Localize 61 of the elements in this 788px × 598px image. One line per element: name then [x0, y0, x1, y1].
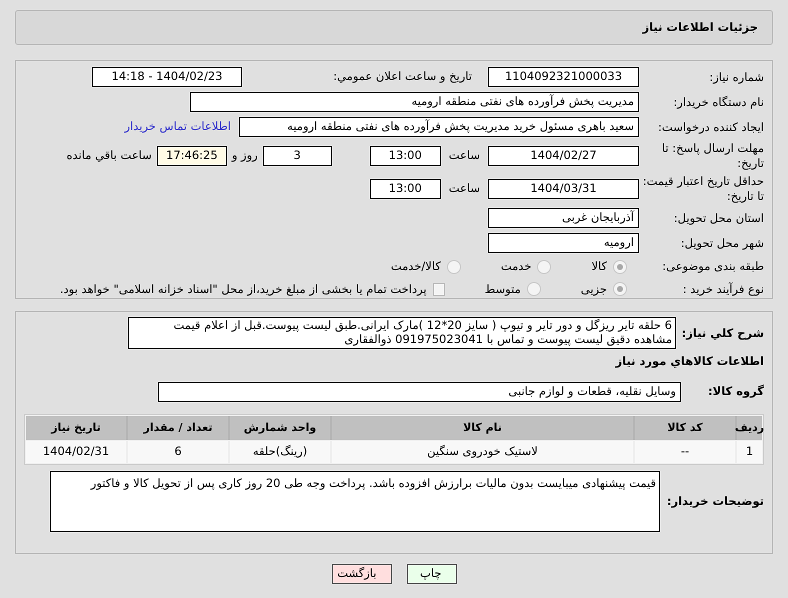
- checkbox-label: پرداخت تمام یا بخشی از مبلغ خرید،از محل "اسناد خزانه اسلامی" خواهد بود.: [60, 280, 427, 298]
- contact-link[interactable]: اطلاعات تماس خریدار: [124, 118, 231, 136]
- text-field[interactable]: 3: [262, 146, 332, 166]
- radio-button[interactable]: [537, 260, 552, 274]
- text-field[interactable]: ارومیه: [488, 233, 639, 253]
- section-title: اطلاعات کالاهاي مورد نياز: [614, 353, 764, 370]
- column-header: ردیف: [737, 416, 762, 440]
- column-header: کد کالا: [635, 416, 735, 440]
- field-label: تاریخ و ساعت اعلان عمومي:: [332, 68, 472, 86]
- table-cell: 1404/02/31: [26, 441, 126, 463]
- column-header: تاریخ نیاز: [26, 416, 126, 440]
- radio-button[interactable]: [446, 260, 461, 274]
- radio-label: متوسط: [484, 280, 521, 298]
- table-cell: لاستیک خودروی سنگین: [332, 441, 633, 463]
- field-label: توضیحات خریدار:: [666, 492, 764, 510]
- radio-button[interactable]: [526, 282, 541, 296]
- notes-field[interactable]: قیمت پیشنهادی میبایست بدون مالیات برارزش افزوده باشد. پرداخت وجه طی 20 روز کاری پس از تحویل کالا و فاکتور: [50, 471, 660, 532]
- column-header: نام کالا: [332, 416, 633, 440]
- page-header: جزئیات اطلاعات نیاز: [15, 10, 773, 45]
- table-cell: --: [635, 441, 735, 463]
- radio-button[interactable]: [613, 282, 627, 296]
- field-label: ایجاد کننده درخواست:: [657, 120, 764, 134]
- checkbox[interactable]: [432, 282, 445, 296]
- radio-label: خدمت: [500, 258, 532, 276]
- field-label: مهلت ارسال پاسخ: تا تاریخ:: [660, 141, 764, 171]
- text-field[interactable]: 1404/02/27: [488, 146, 639, 166]
- field-label: استان محل تحویل:: [672, 210, 764, 226]
- text-field[interactable]: 1404/03/31: [488, 179, 639, 199]
- column-header: تعداد / مقدار: [128, 416, 228, 440]
- print-button[interactable]: چاپ: [406, 564, 456, 584]
- field-label: گروه کالا:: [707, 383, 764, 400]
- back-button[interactable]: بازگشت: [332, 564, 392, 584]
- field-text: ساعت: [448, 147, 480, 164]
- radio-button[interactable]: [613, 260, 627, 274]
- field-text: ساعت باقي مانده: [66, 147, 152, 164]
- radio-label: کالا: [591, 258, 607, 276]
- column-header: واحد شمارش: [230, 416, 330, 440]
- field-text: روز و: [232, 147, 258, 164]
- field-label: شماره نیاز:: [708, 70, 764, 84]
- text-field[interactable]: وسایل نقلیه، قطعات و لوازم جانبی: [158, 382, 681, 402]
- table-cell: 6: [128, 441, 228, 463]
- text-field[interactable]: 17:46:25: [156, 146, 227, 166]
- field-label: نام دستگاه خریدار:: [672, 94, 764, 110]
- field-label: حداقل تاریخ اعتبار قیمت: تا تاریخ:: [642, 174, 764, 204]
- text-field[interactable]: 13:00: [370, 146, 441, 166]
- text-field[interactable]: 13:00: [370, 179, 441, 199]
- radio-label: کالا/خدمت: [390, 258, 441, 276]
- field-label: شرح کلي نیاز:: [680, 325, 764, 342]
- table-cell: (رینگ)حلقه: [230, 441, 330, 463]
- description-field[interactable]: 6 حلقه تایر ریزگل و دور تایر و تیوپ ( سایز 20*12 )مارک ایرانی.طبق لیست پیوست.قبل از اعلام قیمت مشاهده دقیق لیست پیوست و تماس با 091975023041 ذوالفقاری: [128, 317, 676, 349]
- field-label: نوع فرآیند خرید :: [682, 282, 764, 297]
- text-field[interactable]: 1404/02/23 - 14:18: [92, 67, 242, 87]
- field-text: ساعت: [448, 180, 480, 198]
- radio-label: جزیی: [580, 280, 607, 298]
- field-label: شهر محل تحویل:: [680, 236, 764, 250]
- text-field[interactable]: 1104092321000033: [488, 67, 639, 87]
- text-field[interactable]: سعید باهری مسئول خرید مدیریت پخش فرآورده های نفتی منطقه ارومیه: [239, 117, 639, 137]
- text-field[interactable]: مدیریت پخش فرآورده های نفتی منطقه ارومیه: [190, 92, 639, 112]
- text-field[interactable]: آذربایجان غربی: [488, 208, 639, 228]
- field-label: طبقه بندی موضوعی:: [661, 259, 764, 274]
- table-cell: 1: [737, 441, 762, 463]
